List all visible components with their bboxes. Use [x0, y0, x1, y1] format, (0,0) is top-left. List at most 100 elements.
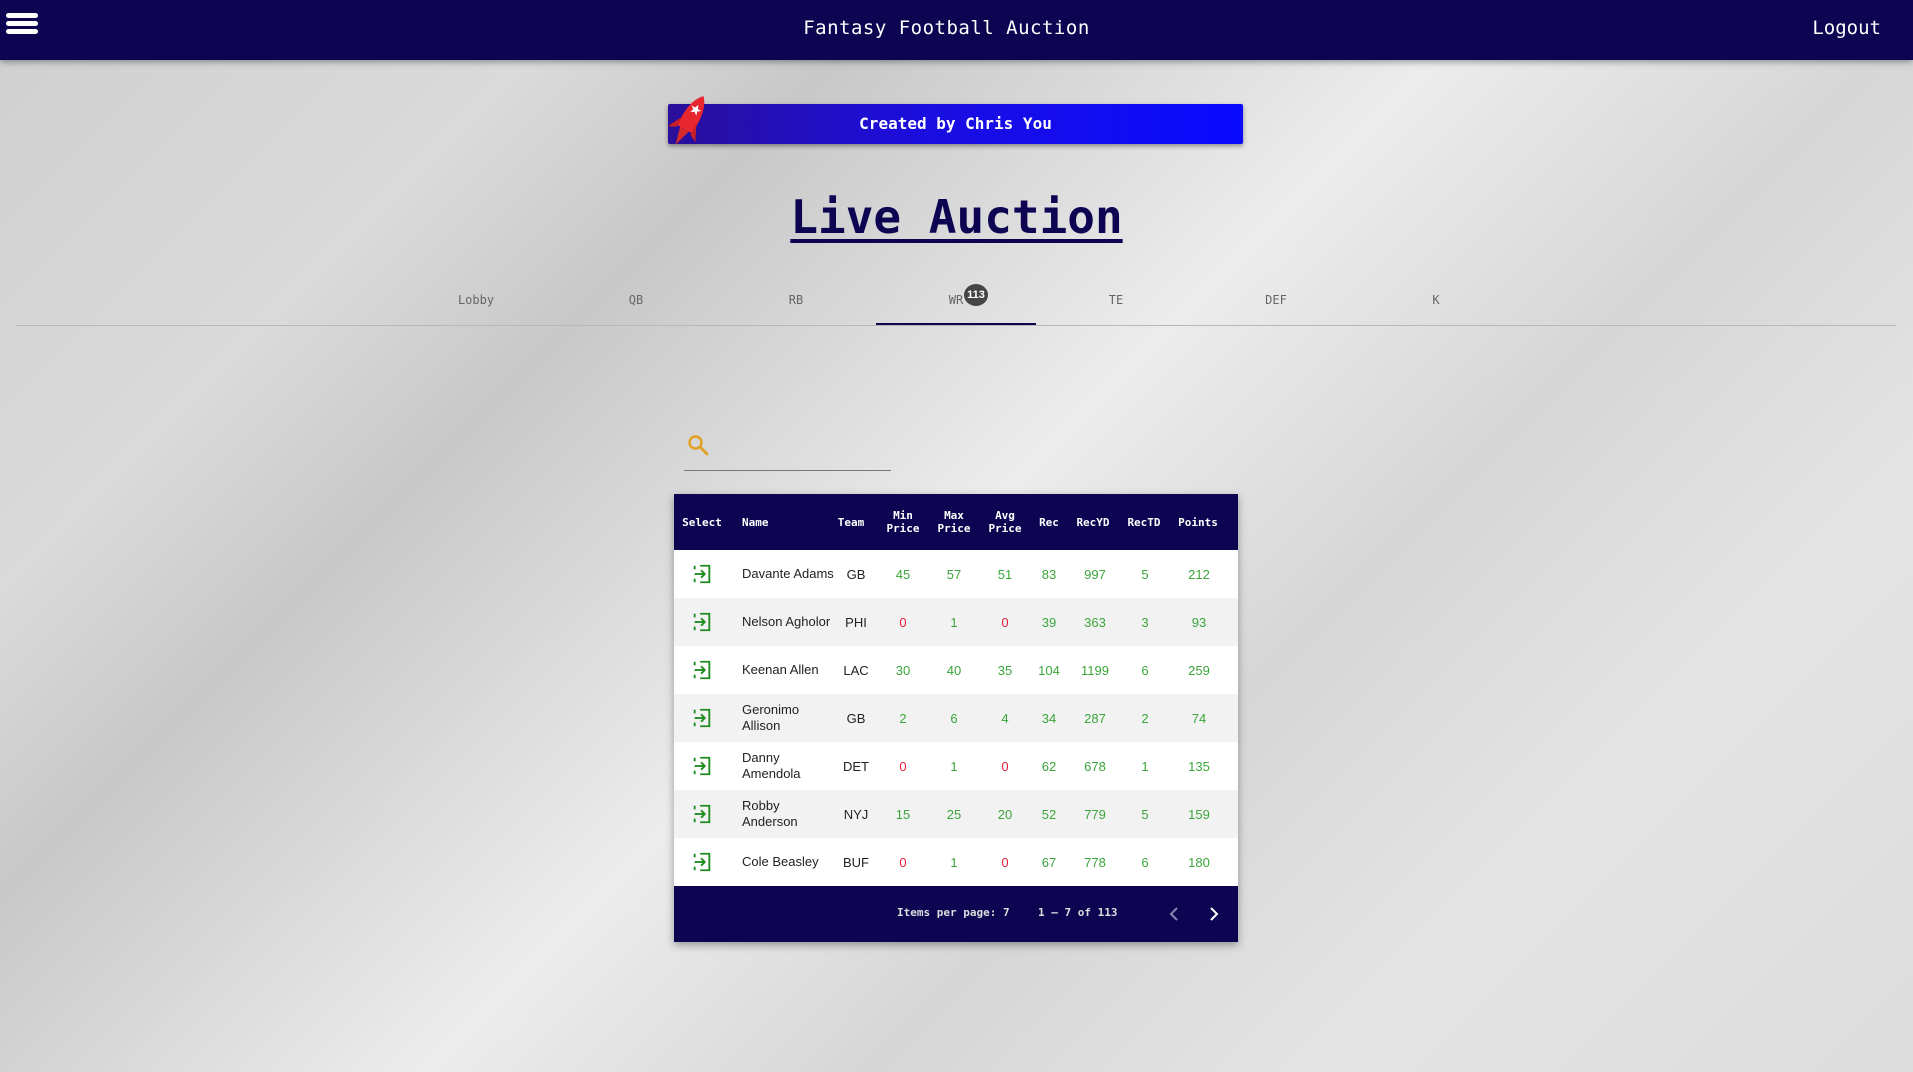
player-name-line1: Geronimo: [742, 702, 800, 717]
player-name-line1: Nelson Agholor: [742, 614, 831, 629]
table-row: Danny Amendola DET 0 1 0 62 678 1 135: [674, 742, 1238, 790]
app-title: Fantasy Football Auction: [803, 17, 1090, 39]
page-title: Live Auction: [790, 190, 1123, 244]
select-player-icon[interactable]: [691, 755, 713, 777]
search-field: [684, 425, 892, 471]
max-price-cell: 57: [946, 566, 962, 582]
points-cell: 135: [1188, 758, 1210, 774]
team-cell: GB: [846, 566, 866, 582]
tab-label: K: [1432, 293, 1440, 307]
points-cell: 74: [1191, 710, 1207, 726]
rec-cell: 83: [1041, 566, 1057, 582]
rec-cell: 52: [1041, 806, 1057, 822]
select-player-icon[interactable]: [691, 611, 713, 633]
rec-cell: 39: [1041, 614, 1057, 630]
max-price-cell: 1: [950, 758, 958, 774]
col-rec: Rec: [1039, 515, 1059, 529]
position-tabs: Lobby QB RB WR 113 TE DEF K: [16, 284, 1896, 326]
points-cell: 259: [1188, 662, 1210, 678]
tab-def[interactable]: DEF: [1196, 284, 1356, 324]
tab-rb[interactable]: RB: [716, 284, 876, 324]
items-per-page[interactable]: Items per page: 7: [897, 906, 1010, 919]
min-price-cell: 2: [899, 710, 907, 726]
col-rectd: RecTD: [1127, 515, 1161, 529]
avg-price-cell: 35: [997, 662, 1013, 678]
select-cell: [680, 550, 724, 598]
col-min-price: Min Price: [886, 494, 920, 550]
table-row: Keenan Allen LAC 30 40 35 104 1199 6 259: [674, 646, 1238, 694]
select-player-icon[interactable]: [691, 803, 713, 825]
search-icon: [688, 435, 709, 456]
tab-label: DEF: [1265, 293, 1287, 307]
team-cell: LAC: [843, 662, 869, 678]
chevron-right-icon[interactable]: [1202, 902, 1226, 926]
select-player-icon[interactable]: [691, 659, 713, 681]
min-price-cell: 0: [899, 614, 907, 630]
tab-qb[interactable]: QB: [556, 284, 716, 324]
select-player-icon[interactable]: [691, 851, 713, 873]
chevron-left-icon[interactable]: [1162, 902, 1186, 926]
col-max-price-line2: Price: [937, 522, 971, 535]
tab-label: RB: [788, 293, 804, 307]
page-range: 1 – 7 of 113: [1038, 906, 1118, 919]
tab-k[interactable]: K: [1356, 284, 1516, 324]
rectd-cell: 2: [1141, 710, 1149, 726]
table-row: Nelson Agholor PHI 0 1 0 39 363 3 93: [674, 598, 1238, 646]
player-name: Robby Anderson: [742, 790, 842, 838]
rectd-cell: 6: [1141, 854, 1149, 870]
min-price-cell: 15: [895, 806, 911, 822]
rec-cell: 67: [1041, 854, 1057, 870]
team-cell: NYJ: [843, 806, 869, 822]
search-input[interactable]: [718, 431, 892, 463]
player-name: Danny Amendola: [742, 742, 842, 790]
col-avg-price: Avg Price: [988, 494, 1022, 550]
rectd-cell: 6: [1141, 662, 1149, 678]
table-row: Davante Adams GB 45 57 51 83 997 5 212: [674, 550, 1238, 598]
player-name-line1: Robby: [742, 798, 780, 813]
col-max-price-line1: Max: [944, 509, 964, 522]
select-cell: [680, 598, 724, 646]
points-cell: 159: [1188, 806, 1210, 822]
tab-lobby[interactable]: Lobby: [396, 284, 556, 324]
table-row: Cole Beasley BUF 0 1 0 67 778 6 180: [674, 838, 1238, 886]
max-price-cell: 1: [950, 614, 958, 630]
select-player-icon[interactable]: [691, 707, 713, 729]
avg-price-cell: 0: [1001, 758, 1009, 774]
col-recyd: RecYD: [1076, 515, 1110, 529]
max-price-cell: 6: [950, 710, 958, 726]
rectd-cell: 5: [1141, 806, 1149, 822]
avg-price-cell: 20: [997, 806, 1013, 822]
rec-cell: 62: [1041, 758, 1057, 774]
select-cell: [680, 790, 724, 838]
select-cell: [680, 646, 724, 694]
rec-cell: 34: [1041, 710, 1057, 726]
tab-wr[interactable]: WR 113: [876, 284, 1036, 325]
count-badge: 113: [964, 284, 988, 306]
player-name-line1: Danny: [742, 750, 780, 765]
avg-price-cell: 0: [1001, 614, 1009, 630]
recyd-cell: 678: [1084, 758, 1106, 774]
tab-label: QB: [628, 293, 644, 307]
paginator: Items per page: 7 1 – 7 of 113: [674, 886, 1238, 942]
col-name: Name: [742, 515, 769, 529]
select-player-icon[interactable]: [691, 563, 713, 585]
rec-cell: 104: [1038, 662, 1060, 678]
col-max-price: Max Price: [937, 494, 971, 550]
player-name-line2: Allison: [742, 718, 781, 733]
table-body: Davante Adams GB 45 57 51 83 997 5 212 Nelson Agh…: [674, 550, 1238, 886]
tab-te[interactable]: TE: [1036, 284, 1196, 324]
points-cell: 180: [1188, 854, 1210, 870]
player-name-line2: Anderson: [742, 814, 798, 829]
player-name-line2: Amendola: [742, 766, 801, 781]
points-cell: 93: [1191, 614, 1207, 630]
col-points: Points: [1178, 515, 1218, 529]
rectd-cell: 5: [1141, 566, 1149, 582]
select-cell: [680, 742, 724, 790]
tab-label: WR: [948, 293, 964, 307]
player-name-line1: Davante Adams: [742, 566, 834, 581]
tab-label: Lobby: [457, 293, 495, 307]
logout-button[interactable]: Logout: [1812, 17, 1881, 39]
recyd-cell: 779: [1084, 806, 1106, 822]
min-price-cell: 30: [895, 662, 911, 678]
player-name: Nelson Agholor: [742, 598, 842, 646]
